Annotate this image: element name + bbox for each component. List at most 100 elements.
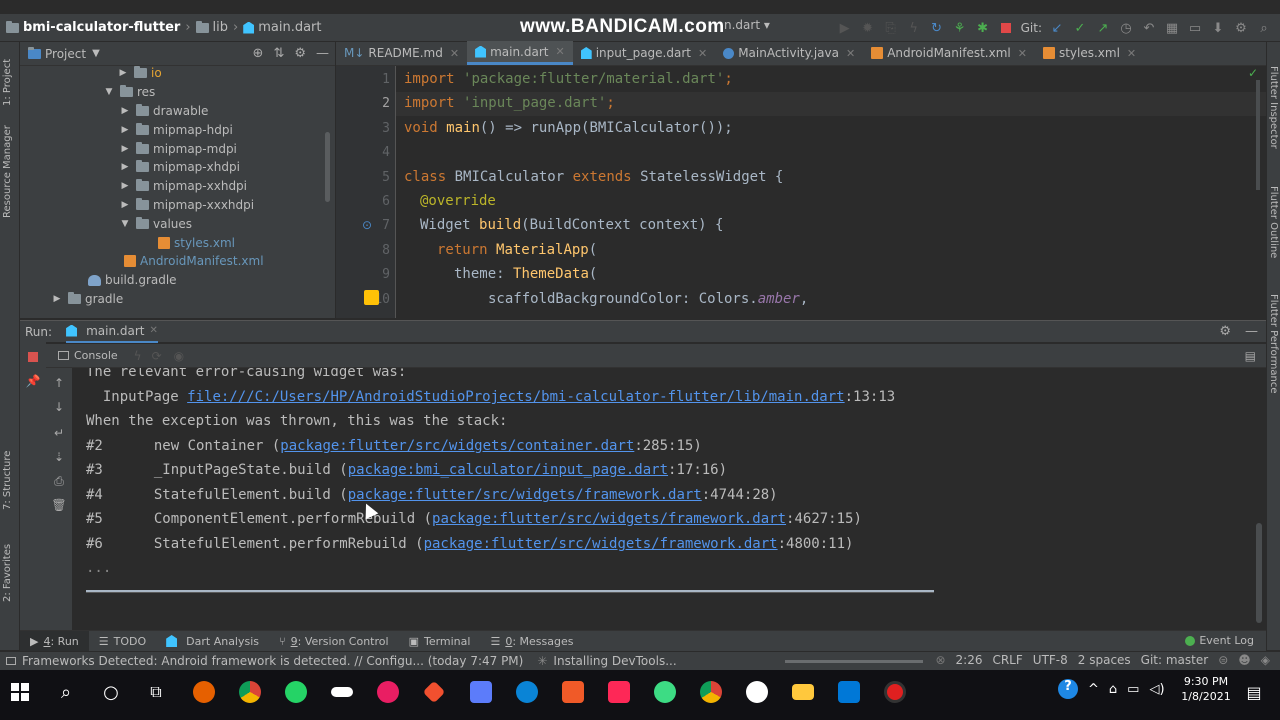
app-icon[interactable] [743,678,771,706]
console-file-link[interactable]: file:///C:/Users/HP/AndroidStudioProject… [187,389,844,405]
battery-icon[interactable]: ▭ [1127,682,1139,697]
app-icon[interactable] [835,678,863,706]
chevron-right-icon[interactable]: ▶ [120,106,130,116]
status-message[interactable]: Frameworks Detected: Android framework i… [6,654,677,668]
tree-item-mipmap-xxhdpi[interactable]: ▶ mipmap-xxhdpi [20,177,335,196]
bandicam-icon[interactable] [881,678,909,706]
notifications-icon[interactable]: ▤ [1240,678,1268,706]
tree-item-mipmap-xhdpi[interactable]: ▶ mipmap-xhdpi [20,158,335,177]
chevron-right-icon[interactable]: ▶ [120,144,130,154]
trash-icon[interactable]: 🗑 [51,498,66,512]
hot-restart-icon[interactable]: ↻ [929,20,945,36]
event-log-button[interactable]: Event Log [1185,634,1254,647]
gear-icon[interactable]: ⚙ [1219,324,1231,339]
tree-item-gradle[interactable]: ▶ gradle [20,290,335,309]
device-icon[interactable]: ⚘ [952,20,968,36]
run-tab-main-dart[interactable]: main.dart ✕ [66,321,158,343]
tool-tab-run[interactable]: ▶ 4: Run [20,630,89,652]
history-icon[interactable]: ◷ [1118,20,1134,36]
tree-item-mipmap-hdpi[interactable]: ▶ mipmap-hdpi [20,120,335,139]
tree-item-values[interactable]: ▼ values [20,214,335,233]
chrome-icon[interactable] [236,678,264,706]
close-icon[interactable]: ✕ [846,47,855,60]
chevron-down-icon[interactable]: ▼ [104,87,114,97]
tool-tab-version-control[interactable]: ⑂ 9: Version Control [269,631,399,652]
layout-icon[interactable]: ▤ [1245,349,1256,363]
tab-readme[interactable]: M↓ README.md ✕ [336,41,467,65]
tab-input-page[interactable]: input_page.dart ✕ [573,41,715,65]
resource-manager-tab[interactable]: Resource Manager [2,125,13,218]
tool-tab-todo[interactable]: ☰ TODO [89,631,156,652]
git-commit-icon[interactable]: ✓ [1072,20,1088,36]
profile-icon[interactable]: ✱ [975,20,991,36]
flutter-outline-tab[interactable]: Flutter Outline [1268,186,1279,258]
soft-wrap-icon[interactable]: ↵ [52,426,66,440]
override-marker-icon[interactable]: ⊙ [362,218,372,232]
flutter-performance-tab[interactable]: Flutter Performance [1268,294,1279,394]
tab-main-activity[interactable]: MainActivity.java ✕ [715,41,863,65]
chevron-down-icon[interactable]: ▼ [92,48,100,59]
chevron-right-icon[interactable]: ▶ [120,162,130,172]
network-icon[interactable]: ⌂ [1109,682,1117,697]
system-clock[interactable]: 9:30 PM 1/8/2021 [1178,674,1234,704]
app-icon[interactable] [467,678,495,706]
tab-main-dart[interactable]: main.dart ✕ [467,41,573,65]
color-preview-icon[interactable] [364,290,379,305]
sdk-manager-icon[interactable]: ⬇ [1210,20,1226,36]
tree-item-styles-xml[interactable]: styles.xml [20,233,335,252]
app-icon[interactable] [374,678,402,706]
locate-icon[interactable]: ⊕ [253,46,264,61]
help-icon[interactable]: ? [1058,679,1078,699]
project-structure-icon[interactable]: ▦ [1164,20,1180,36]
tool-tab-dart-analysis[interactable]: Dart Analysis [156,631,269,652]
frame-link[interactable]: package:flutter/src/widgets/framework.da… [432,511,786,527]
code-editor[interactable]: 1 2 3 4 5 6 7 8 9 10 ⊙ import 'package:f… [336,66,1266,318]
chevron-down-icon[interactable]: ▼ [120,219,130,229]
caret-position[interactable]: 2:26 [956,653,983,667]
stop-icon[interactable] [26,350,40,364]
close-icon[interactable]: ✕ [698,47,707,60]
line-separator[interactable]: CRLF [992,653,1022,667]
chevron-up-icon[interactable]: ^ [1088,682,1099,697]
app-icon[interactable] [559,678,587,706]
file-explorer-icon[interactable] [789,678,817,706]
favorites-tab[interactable]: 2: Favorites [2,544,13,602]
restart-icon[interactable]: ⟳ [152,349,162,363]
flutter-inspector-tab[interactable]: Flutter Inspector [1268,66,1279,149]
arrow-down-icon[interactable]: ↓ [52,400,66,414]
windows-start-icon[interactable] [6,678,34,706]
edge-icon[interactable] [513,678,541,706]
close-icon[interactable]: ✕ [1018,47,1027,60]
project-tool-tab[interactable]: 1: Project [2,59,13,106]
whatsapp-icon[interactable] [282,678,310,706]
frame-link[interactable]: package:flutter/src/widgets/framework.da… [424,536,778,552]
project-scrollbar[interactable] [325,132,330,202]
tree-item-io[interactable]: ▶ io [20,64,335,83]
frame-link[interactable]: package:flutter/src/widgets/framework.da… [348,487,702,503]
print-icon[interactable]: ⎙ [52,474,66,488]
scroll-to-end-icon[interactable]: ⇣ [52,450,66,464]
android-studio-icon[interactable] [651,678,679,706]
pin-icon[interactable]: 📌 [26,374,41,388]
minimize-icon[interactable]: — [1245,324,1258,339]
tool-tab-terminal[interactable]: ▣ Terminal [399,631,481,652]
rollback-icon[interactable]: ↶ [1141,20,1157,36]
breadcrumb-project[interactable]: bmi-calculator-flutter [23,20,180,35]
debug-icon[interactable]: ✹ [860,20,876,36]
run-config-selector[interactable]: n.dart ▾ [724,18,770,32]
search-icon[interactable]: ⌕ [52,678,80,706]
tree-item-build-gradle[interactable]: build.gradle [20,271,335,290]
git-branch[interactable]: Git: master [1141,653,1209,667]
soundcloud-icon[interactable] [328,678,356,706]
stop-icon[interactable] [998,20,1014,36]
attach-icon[interactable]: ⎘ [883,20,899,36]
console-output[interactable]: The relevant error-causing widget was: I… [72,368,1266,630]
gear-icon[interactable]: ⚙ [294,46,306,61]
hot-reload-icon[interactable]: ϟ [134,349,142,363]
structure-tab[interactable]: 7: Structure [2,451,13,510]
tree-item-drawable[interactable]: ▶ drawable [20,102,335,121]
frame-link[interactable]: package:flutter/src/widgets/container.da… [280,438,634,454]
chrome-icon[interactable] [697,678,725,706]
close-icon[interactable]: ✕ [149,325,157,336]
run-icon[interactable]: ▶ [837,20,853,36]
